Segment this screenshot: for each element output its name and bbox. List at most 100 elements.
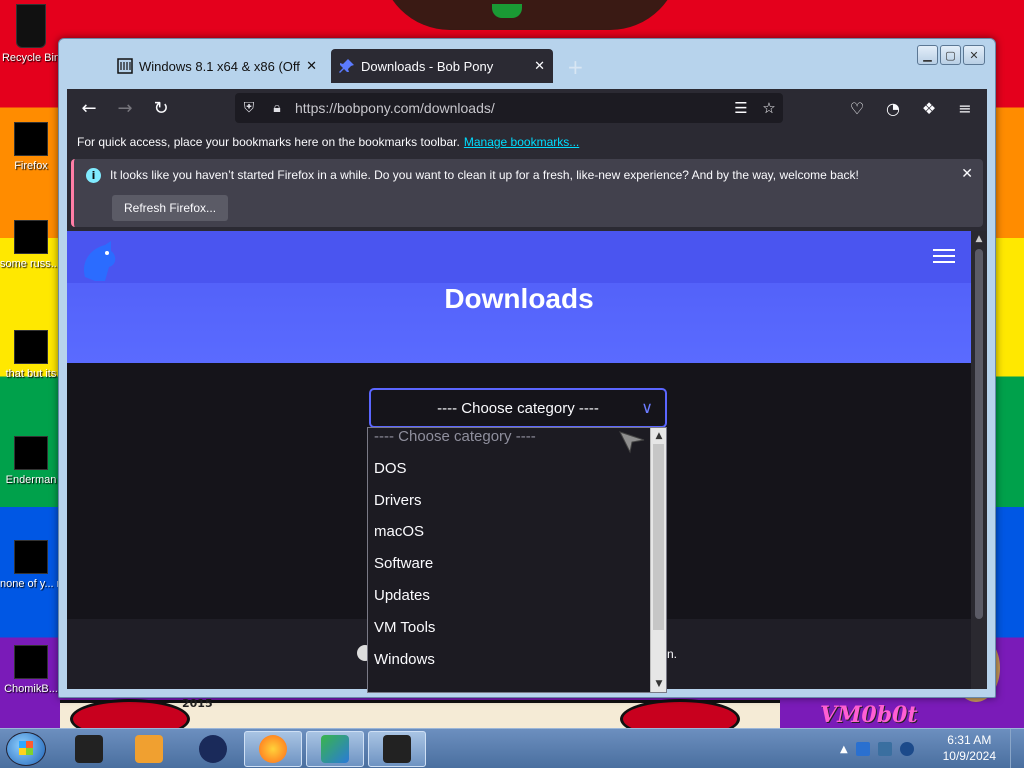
show-desktop-button[interactable] — [1010, 729, 1024, 768]
tab-windows-81[interactable]: Windows 8.1 x64 & x86 (Official ✕ — [109, 49, 325, 83]
dropdown-option-updates[interactable]: Updates — [368, 587, 666, 619]
page-scrollbar[interactable]: ▲ — [971, 231, 987, 689]
desktop-icon-label: some russ... ran a rat — [0, 258, 62, 270]
menu-icon[interactable]: ≡ — [949, 92, 981, 124]
file-icon — [14, 540, 48, 574]
scrollbar-thumb[interactable] — [975, 249, 983, 619]
desktop-icon-recycle-bin[interactable]: Recycle Bin — [0, 4, 62, 65]
desktop-icon-chomikb[interactable]: ChomikB... — [0, 645, 62, 696]
dropdown-option-windows[interactable]: Windows — [368, 651, 666, 683]
taskbar-app-1[interactable] — [60, 731, 118, 767]
footer-text: n. — [667, 647, 678, 661]
file-icon — [14, 330, 48, 364]
forward-button[interactable]: → — [107, 92, 143, 124]
tab-downloads-bob-pony[interactable]: Downloads - Bob Pony ✕ — [331, 49, 553, 83]
page-hero: Downloads — [67, 231, 971, 363]
window-controls: ▁ ▢ ✕ — [917, 45, 985, 65]
firefox-icon — [259, 735, 287, 763]
url-input[interactable] — [291, 100, 727, 116]
bob-pony-logo[interactable] — [75, 237, 123, 285]
wallpaper-year: 2015 — [182, 697, 213, 710]
info-icon: i — [86, 168, 101, 183]
clock-time: 6:31 AM — [947, 733, 992, 747]
page-title: Downloads — [444, 283, 594, 314]
scroll-down-icon[interactable]: ▼ — [651, 676, 667, 692]
taskbar-app-media[interactable] — [120, 731, 178, 767]
desktop-icon-label: none of y... retards kn — [0, 578, 62, 590]
file-icon — [14, 220, 48, 254]
tab-title: Windows 8.1 x64 & x86 (Official — [139, 58, 300, 74]
extensions-icon[interactable]: ❖ — [913, 92, 945, 124]
dropdown-option-vm-tools[interactable]: VM Tools — [368, 619, 666, 651]
taskbar-app-3[interactable] — [184, 731, 242, 767]
globe-icon — [199, 735, 227, 763]
desktop-icon-label: that but its — [5, 368, 57, 380]
back-button[interactable]: ← — [71, 92, 107, 124]
download-manager-icon — [321, 735, 349, 763]
taskbar-clock[interactable]: 6:31 AM 10/9/2024 — [943, 732, 996, 764]
shield-icon[interactable]: ⛨ — [235, 100, 263, 116]
scroll-up-icon[interactable]: ▲ — [651, 428, 667, 444]
close-window-button[interactable]: ✕ — [963, 45, 985, 65]
hamburger-menu-icon[interactable] — [933, 249, 955, 263]
bookmark-star-icon[interactable]: ☆ — [755, 99, 783, 117]
volume-icon[interactable] — [899, 742, 914, 756]
file-icon — [14, 645, 48, 679]
lock-icon[interactable]: 🔒︎ — [263, 100, 291, 116]
bookmarks-bar: For quick access, place your bookmarks h… — [67, 127, 987, 157]
system-tray: ▲ — [840, 729, 1024, 768]
taskbar-app-vm[interactable] — [368, 731, 426, 767]
mouse-cursor-icon — [619, 431, 645, 454]
close-tab-icon[interactable]: ✕ — [306, 58, 317, 74]
media-player-icon — [135, 735, 163, 763]
manage-bookmarks-link[interactable]: Manage bookmarks... — [464, 135, 579, 149]
taskbar: ▲ 6:31 AM 10/9/2024 — [0, 728, 1024, 768]
reload-button[interactable]: ↻ — [143, 92, 179, 124]
desktop-icon-enderman[interactable]: Enderman — [0, 436, 62, 487]
desktop-icon-label: Firefox — [14, 160, 48, 172]
pocket-icon[interactable]: ♡ — [841, 92, 873, 124]
pin-icon — [339, 59, 354, 73]
taskbar-app-download-manager[interactable] — [306, 731, 364, 767]
desktop-icon-label: Recycle Bin — [1, 52, 61, 64]
close-notification-icon[interactable]: ✕ — [961, 166, 973, 182]
firefox-icon — [14, 122, 48, 156]
maximize-button[interactable]: ▢ — [940, 45, 961, 65]
recycle-bin-icon — [16, 4, 46, 48]
dropdown-option-dos[interactable]: DOS — [368, 460, 666, 492]
desktop-icon-none-of-y[interactable]: none of y... retards kn — [0, 540, 62, 591]
dropdown-option-drivers[interactable]: Drivers — [368, 492, 666, 524]
site-header — [67, 231, 971, 283]
category-select[interactable]: ---- Choose category ---- ∨ — [369, 388, 667, 428]
new-tab-button[interactable]: + — [567, 55, 584, 79]
dropdown-option-macos[interactable]: macOS — [368, 523, 666, 555]
desktop-icon-some-russ[interactable]: some russ... ran a rat — [0, 220, 62, 271]
tab-strip: Windows 8.1 x64 & x86 (Official ✕ Downlo… — [59, 39, 995, 89]
dropdown-scrollbar[interactable]: ▲ ▼ — [650, 428, 666, 692]
archive-icon — [117, 58, 133, 74]
tray-expand-icon[interactable]: ▲ — [840, 744, 848, 755]
refresh-firefox-button[interactable]: Refresh Firefox... — [112, 195, 229, 221]
tray-app-icon[interactable] — [855, 742, 870, 756]
url-bar[interactable]: ⛨ 🔒︎ ☰ ☆ — [235, 93, 783, 123]
desktop-icon-label: Enderman — [5, 474, 57, 486]
desktop-icon-firefox[interactable]: Firefox — [0, 122, 62, 173]
dropdown-scroll-thumb[interactable] — [653, 444, 664, 630]
desktop-icon-label: ChomikB... — [4, 683, 58, 695]
taskbar-app-firefox[interactable] — [244, 731, 302, 767]
desktop-icon-that-but-its[interactable]: that but its — [0, 330, 62, 381]
account-icon[interactable]: ◔ — [877, 92, 909, 124]
scroll-up-icon[interactable]: ▲ — [971, 231, 987, 247]
start-button[interactable] — [6, 732, 46, 766]
notification-message: It looks like you haven’t started Firefo… — [110, 168, 859, 182]
nav-bar: ← → ↻ ⛨ 🔒︎ ☰ ☆ ♡ ◔ ❖ ≡ — [67, 89, 987, 127]
reader-view-icon[interactable]: ☰ — [727, 99, 755, 117]
windows-logo-icon — [19, 741, 33, 755]
minimize-button[interactable]: ▁ — [917, 45, 938, 65]
wallpaper-mouth — [380, 0, 680, 30]
file-icon — [14, 436, 48, 470]
close-tab-icon[interactable]: ✕ — [534, 58, 545, 74]
chevron-down-icon: ∨ — [641, 400, 653, 417]
network-icon[interactable] — [877, 742, 892, 756]
dropdown-option-software[interactable]: Software — [368, 555, 666, 587]
